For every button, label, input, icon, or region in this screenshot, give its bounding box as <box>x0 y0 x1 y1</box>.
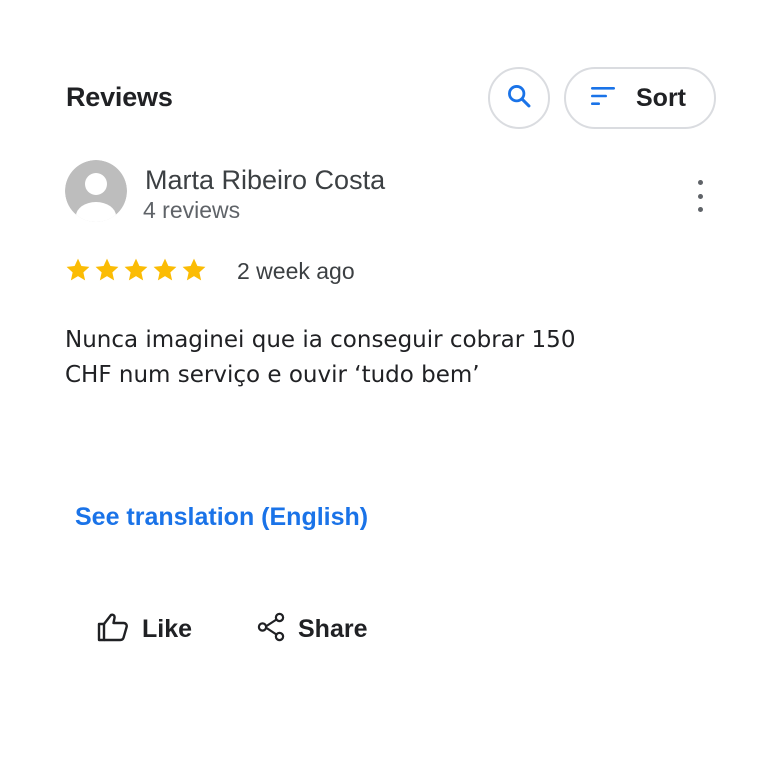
reviewer-review-count: 4 reviews <box>143 197 241 223</box>
more-vert-icon-dot <box>697 207 703 212</box>
more-options-button[interactable] <box>688 180 712 212</box>
reviewer-avatar[interactable] <box>65 160 127 222</box>
share-label: Share <box>298 615 368 643</box>
like-label: Like <box>142 615 193 643</box>
person-avatar-icon <box>65 160 127 222</box>
sort-button[interactable]: Sort <box>564 67 716 129</box>
star-icon <box>66 258 90 281</box>
see-translation-link[interactable]: See translation (English) <box>75 503 368 532</box>
sort-label: Sort <box>636 83 686 112</box>
reviews-heading: Reviews <box>66 82 173 112</box>
search-reviews-button[interactable] <box>488 67 550 129</box>
star-rating <box>64 256 208 284</box>
review-text: Nunca imaginei que ia conseguir cobrar 1… <box>65 323 625 405</box>
reviews-panel: Reviews Sort Marta Ribeiro Costa 4 revie… <box>0 0 768 768</box>
more-vert-icon-dot <box>697 193 703 199</box>
review-text-line-2: CHF num serviço e ouvir ‘tudo bem’ <box>65 362 480 388</box>
share-icon <box>256 612 286 647</box>
more-vert-icon-dot <box>697 180 703 185</box>
review-text-line-1: Nunca imaginei que ia conseguir cobrar 1… <box>65 327 576 353</box>
star-icon <box>124 258 148 281</box>
thumb-up-icon <box>96 612 130 647</box>
search-icon <box>505 82 533 115</box>
star-icon <box>95 258 119 281</box>
reviewer-name[interactable]: Marta Ribeiro Costa <box>145 165 385 196</box>
like-button[interactable]: Like <box>96 612 192 647</box>
share-button[interactable]: Share <box>256 612 367 647</box>
star-icon <box>182 258 206 281</box>
sort-icon <box>590 85 618 112</box>
star-icon <box>153 258 177 281</box>
review-date: 2 week ago <box>237 258 355 284</box>
